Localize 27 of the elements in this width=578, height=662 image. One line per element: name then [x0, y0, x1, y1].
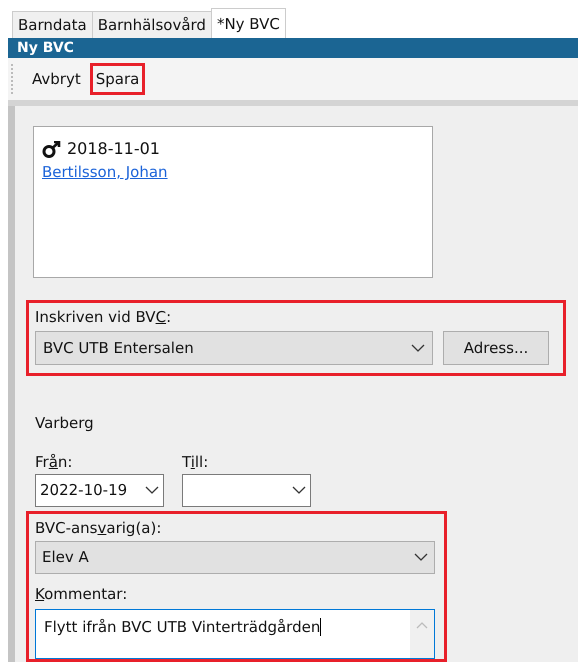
responsible-dropdown[interactable]: Elev A	[35, 540, 435, 574]
clinic-dropdown[interactable]: BVC UTB Entersalen	[35, 331, 433, 365]
toolbar-button[interactable]: Spara	[90, 63, 146, 95]
scroll-up-icon[interactable]	[416, 622, 428, 628]
birth-date: 2018-11-01	[67, 138, 160, 160]
chevron-down-icon	[145, 486, 159, 494]
tab[interactable]: Barndata	[12, 11, 92, 38]
comment-field[interactable]: Flytt ifrån BVC UTB Vinterträdgården	[35, 608, 435, 659]
male-symbol-icon	[42, 140, 62, 158]
address-button[interactable]: Adress...	[443, 331, 549, 365]
comment-label: Kommentar:	[35, 584, 128, 602]
toolbar-button[interactable]: Avbryt	[26, 63, 87, 95]
chevron-down-icon	[292, 486, 306, 494]
town-label: Varberg	[35, 413, 94, 434]
tab[interactable]: *Ny BVC	[210, 8, 286, 38]
date-dropdown[interactable]: 2022-10-19	[35, 474, 164, 506]
person-name-link[interactable]: Bertilsson, Johan	[42, 161, 168, 184]
responsible-label: BVC-ansvarig(a):	[35, 518, 162, 538]
date-label: Till:	[182, 452, 208, 472]
panel-title: Ny BVC	[17, 38, 74, 58]
date-label: Från:	[35, 452, 72, 472]
clinic-label: Inskriven vid BVC:	[35, 307, 172, 327]
date-dropdown[interactable]	[182, 474, 311, 506]
tab[interactable]: Barnhälsovård	[92, 11, 211, 38]
scrollbar[interactable]	[410, 610, 434, 658]
chevron-down-icon	[411, 344, 425, 352]
chevron-down-icon	[414, 553, 428, 561]
